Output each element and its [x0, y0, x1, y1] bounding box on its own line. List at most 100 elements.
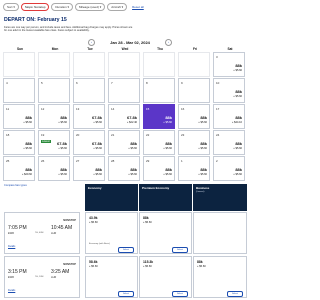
calendar-day[interactable]: 14 67.8k + $22.40	[108, 104, 140, 129]
day-price: 88k	[25, 167, 32, 172]
day-tax: + $5.60	[128, 147, 137, 150]
stops-label: NONSTOP	[63, 263, 76, 266]
destination-airport: LHR	[51, 276, 57, 279]
mileage-filter[interactable]: Mileage (used) ▾	[75, 3, 106, 11]
calendar-day[interactable]: 21 88k + $5.60	[108, 130, 140, 155]
day-price: 88k	[235, 167, 242, 172]
fare-option[interactable]: 88k + $5.60 Select	[139, 212, 192, 254]
fare-tax: + $5.60	[197, 265, 206, 268]
calendar-day[interactable]: 13 67.8k + $5.60	[73, 104, 105, 129]
day-number: 25	[6, 158, 10, 163]
calendar-day[interactable]: 10 88k + $5.60	[213, 78, 245, 103]
day-number: 22	[146, 132, 150, 137]
lowest-badge: Lowest	[41, 140, 51, 143]
select-fare-button[interactable]: Select	[118, 291, 134, 297]
fare-price: 88k	[143, 216, 149, 220]
calendar-day[interactable]: 2 88k + $5.60	[213, 156, 245, 181]
select-fare-button[interactable]: Select	[172, 291, 188, 297]
calendar-day[interactable]: 6	[73, 78, 105, 103]
calendar-day[interactable]: 12 88k + $5.60	[38, 104, 70, 129]
day-number: 16	[181, 106, 185, 111]
fare-price: 43.9k	[89, 216, 98, 220]
aircraft-filter[interactable]: Aircraft ▾	[107, 3, 128, 11]
day-number: 29	[146, 158, 150, 163]
day-tax: + $5.60	[128, 173, 137, 176]
day-number: 5	[41, 80, 43, 85]
day-price: 88k	[25, 115, 32, 120]
calendar-day[interactable]: 7	[108, 78, 140, 103]
select-fare-button[interactable]: Select	[118, 247, 134, 253]
calendar-day[interactable]: 24 88k + $5.60	[213, 130, 245, 155]
select-fare-button[interactable]: Select	[227, 291, 243, 297]
day-number: 18	[6, 132, 10, 137]
calendar-day[interactable]: 16 88k + $5.60	[178, 104, 210, 129]
duration-filter[interactable]: Duration ▾	[51, 3, 74, 11]
day-price: 88k	[95, 167, 102, 172]
day-price: 88k	[130, 167, 137, 172]
details-link[interactable]: Details	[8, 289, 15, 292]
day-number: 10	[216, 80, 220, 85]
fare-option[interactable]: 115.3k + $5.60 Select	[139, 256, 192, 298]
calendar-day[interactable]: 8	[143, 78, 175, 103]
fare-option[interactable]: 58.6k + $5.60 Select	[85, 256, 138, 298]
calendar-day[interactable]: 15 88k + $5.60	[143, 104, 175, 129]
calendar-day[interactable]: 20 67.8k + $5.60	[73, 130, 105, 155]
calendar-day[interactable]: 29 88k + $5.60	[143, 156, 175, 181]
day-number: 9	[181, 80, 183, 85]
calendar-day[interactable]: 5	[38, 78, 70, 103]
fare-class-header: Premium Economy	[139, 184, 192, 211]
sort-filter[interactable]: Sort ▾	[3, 3, 19, 11]
next-month-button[interactable]: ›	[165, 38, 172, 46]
calendar-day[interactable]: 23 88k + $5.60	[178, 130, 210, 155]
day-number: 2	[216, 158, 218, 163]
day-tax: + $5.60	[198, 173, 207, 176]
day-number: 27	[76, 158, 80, 163]
calendar-day[interactable]: 17 88k + $44.10	[213, 104, 245, 129]
flight-duration: 7H, 10M	[35, 276, 44, 278]
flight-card[interactable]: NONSTOP 3:15 PM 3:25 AM EWR LHR 7H, 10M Detail…	[4, 256, 80, 298]
day-tax: + $5.60	[58, 121, 67, 124]
details-link[interactable]: Details	[8, 245, 15, 248]
day-number: 26	[41, 158, 45, 163]
calendar-day[interactable]: 18 88k + $5.60	[3, 130, 35, 155]
fare-option[interactable]: 43.9k + $5.60 Economy (with Basic) Select	[85, 212, 138, 254]
calendar-day[interactable]: 28 88k + $5.60	[108, 156, 140, 181]
day-price: 88k	[60, 167, 67, 172]
calendar-day[interactable]: 4	[3, 78, 35, 103]
day-number: 23	[181, 132, 185, 137]
day-tax: + $5.60	[233, 173, 242, 176]
calendar-day[interactable]: 26 88k + $5.60	[38, 156, 70, 181]
day-price: 67.8k	[56, 141, 67, 146]
calendar-day[interactable]: 3 88k + $5.60	[213, 52, 245, 77]
day-price: 88k	[235, 89, 242, 94]
day-price: 88k	[200, 115, 207, 120]
compare-fare-types-link[interactable]: Compare fare types	[4, 184, 27, 187]
day-number: 24	[216, 132, 220, 137]
day-price: 88k	[165, 115, 172, 120]
chevron-left-icon: ‹	[91, 40, 92, 44]
calendar-day[interactable]: 1 88k + $5.60	[178, 156, 210, 181]
day-of-week-label: Wed	[121, 47, 129, 51]
fare-tax: + $5.60	[89, 265, 98, 268]
calendar-day[interactable]: 27 88k + $5.60	[73, 156, 105, 181]
prev-month-button[interactable]: ‹	[88, 38, 95, 46]
fare-option[interactable]: 88k + $5.60 Select	[193, 256, 247, 298]
calendar-day[interactable]: 25 88k + $29.60	[3, 156, 35, 181]
reset-all-link[interactable]: Reset all	[129, 4, 147, 10]
day-number: 12	[41, 106, 45, 111]
day-price: 88k	[200, 167, 207, 172]
calendar-day	[108, 52, 140, 77]
stops-filter[interactable]: Stops: Nonstop	[20, 3, 50, 11]
calendar-day[interactable]: 11 88k + $5.60	[3, 104, 35, 129]
day-number: 6	[76, 80, 78, 85]
flight-card[interactable]: NONSTOP 7:05 PM 10:45 AM EWR LHR 7H, 40M Detai…	[4, 212, 80, 254]
day-tax: + $5.60	[58, 147, 67, 150]
day-of-week-label: Sat	[227, 47, 233, 51]
calendar-day[interactable]: 22 88k + $5.60	[143, 130, 175, 155]
calendar-day[interactable]: 19 Lowest 67.8k + $5.60	[38, 130, 70, 155]
fare-note: Economy (with Basic)	[89, 243, 111, 245]
day-tax: + $5.60	[163, 147, 172, 150]
calendar-day[interactable]: 9	[178, 78, 210, 103]
select-fare-button[interactable]: Select	[172, 247, 188, 253]
month-nav: ‹ Jan 28 - Mar 02, 2024 ›	[88, 38, 172, 46]
